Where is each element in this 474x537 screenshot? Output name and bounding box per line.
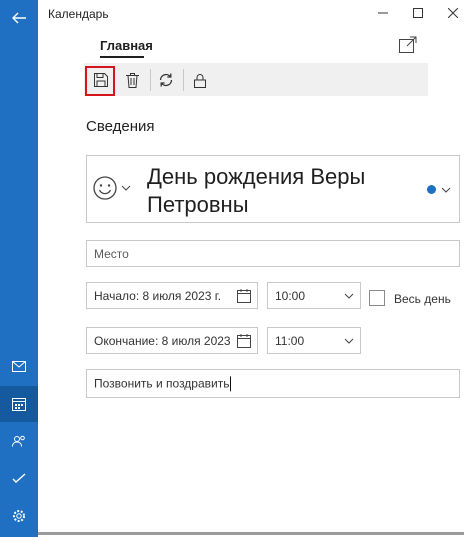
close-button[interactable]	[440, 3, 466, 23]
start-date-value: Начало: 8 июля 2023 г.	[94, 288, 222, 303]
tab-underline	[100, 56, 144, 58]
calendar-icon	[12, 398, 26, 411]
tab-home[interactable]: Главная	[100, 38, 153, 53]
private-button[interactable]	[186, 66, 214, 94]
chevron-down-icon	[344, 293, 354, 299]
maximize-icon	[413, 8, 423, 18]
save-highlight-box	[85, 66, 115, 96]
calendar-icon	[236, 287, 252, 304]
end-time-picker[interactable]: 11:00	[267, 327, 361, 354]
end-date-value: Окончание: 8 июля 2023 г.	[94, 333, 241, 348]
calendar-nav-button[interactable]	[0, 386, 38, 422]
lock-icon	[194, 73, 206, 88]
location-placeholder: Место	[94, 246, 129, 261]
mail-nav-button[interactable]	[0, 348, 38, 384]
popout-icon[interactable]	[398, 36, 418, 54]
section-title: Сведения	[86, 118, 155, 135]
emoji-picker-button[interactable]	[93, 176, 131, 202]
start-time-picker[interactable]: 10:00	[267, 282, 361, 309]
title-bar: Календарь	[38, 0, 474, 28]
app-title: Календарь	[48, 7, 109, 21]
settings-nav-button[interactable]	[0, 498, 38, 534]
repeat-button[interactable]	[152, 66, 180, 94]
start-time-value: 10:00	[275, 288, 306, 303]
chevron-down-icon	[441, 187, 451, 193]
todo-nav-button[interactable]	[0, 460, 38, 496]
checkmark-icon	[12, 473, 26, 483]
chevron-down-icon	[344, 338, 354, 344]
text-cursor	[230, 376, 232, 392]
mail-icon	[12, 360, 26, 372]
minimize-icon	[378, 12, 388, 14]
smiley-icon	[93, 176, 117, 200]
all-day-checkbox[interactable]	[369, 290, 385, 306]
back-arrow-icon	[12, 12, 26, 24]
horizontal-scrollbar[interactable]	[38, 532, 464, 535]
gear-icon	[13, 510, 25, 522]
people-icon	[12, 435, 25, 447]
chevron-down-icon	[121, 185, 131, 191]
minimize-button[interactable]	[370, 3, 396, 23]
toolbar-separator	[150, 69, 151, 91]
event-title-line: День рождения Веры	[147, 164, 366, 189]
event-title-input[interactable]: День рождения Веры Петровны	[147, 163, 417, 219]
description-text-wrap: Позвонить и поздравить	[94, 375, 232, 392]
nav-sidebar	[0, 0, 38, 537]
toolbar	[84, 63, 428, 96]
end-time-value: 11:00	[275, 333, 305, 348]
category-color-dot	[427, 185, 436, 194]
toolbar-separator	[183, 69, 184, 91]
description-field[interactable]: Позвонить и поздравить	[86, 369, 460, 398]
delete-button[interactable]	[118, 66, 146, 94]
trash-icon	[125, 72, 139, 88]
close-icon	[448, 8, 458, 18]
location-field[interactable]: Место	[86, 240, 460, 267]
repeat-icon	[159, 73, 173, 87]
maximize-button[interactable]	[405, 3, 431, 23]
back-button[interactable]	[0, 0, 38, 36]
end-date-picker[interactable]: Окончание: 8 июля 2023 г.	[86, 327, 258, 354]
calendar-icon	[234, 332, 252, 349]
people-nav-button[interactable]	[0, 423, 38, 459]
start-date-picker[interactable]: Начало: 8 июля 2023 г.	[86, 282, 258, 309]
all-day-label: Весь день	[394, 292, 451, 306]
event-title-line: Петровны	[147, 192, 249, 217]
description-text: Позвонить и поздравить	[94, 375, 230, 390]
event-title-box: День рождения Веры Петровны	[86, 155, 460, 223]
category-color-picker[interactable]	[425, 183, 451, 197]
